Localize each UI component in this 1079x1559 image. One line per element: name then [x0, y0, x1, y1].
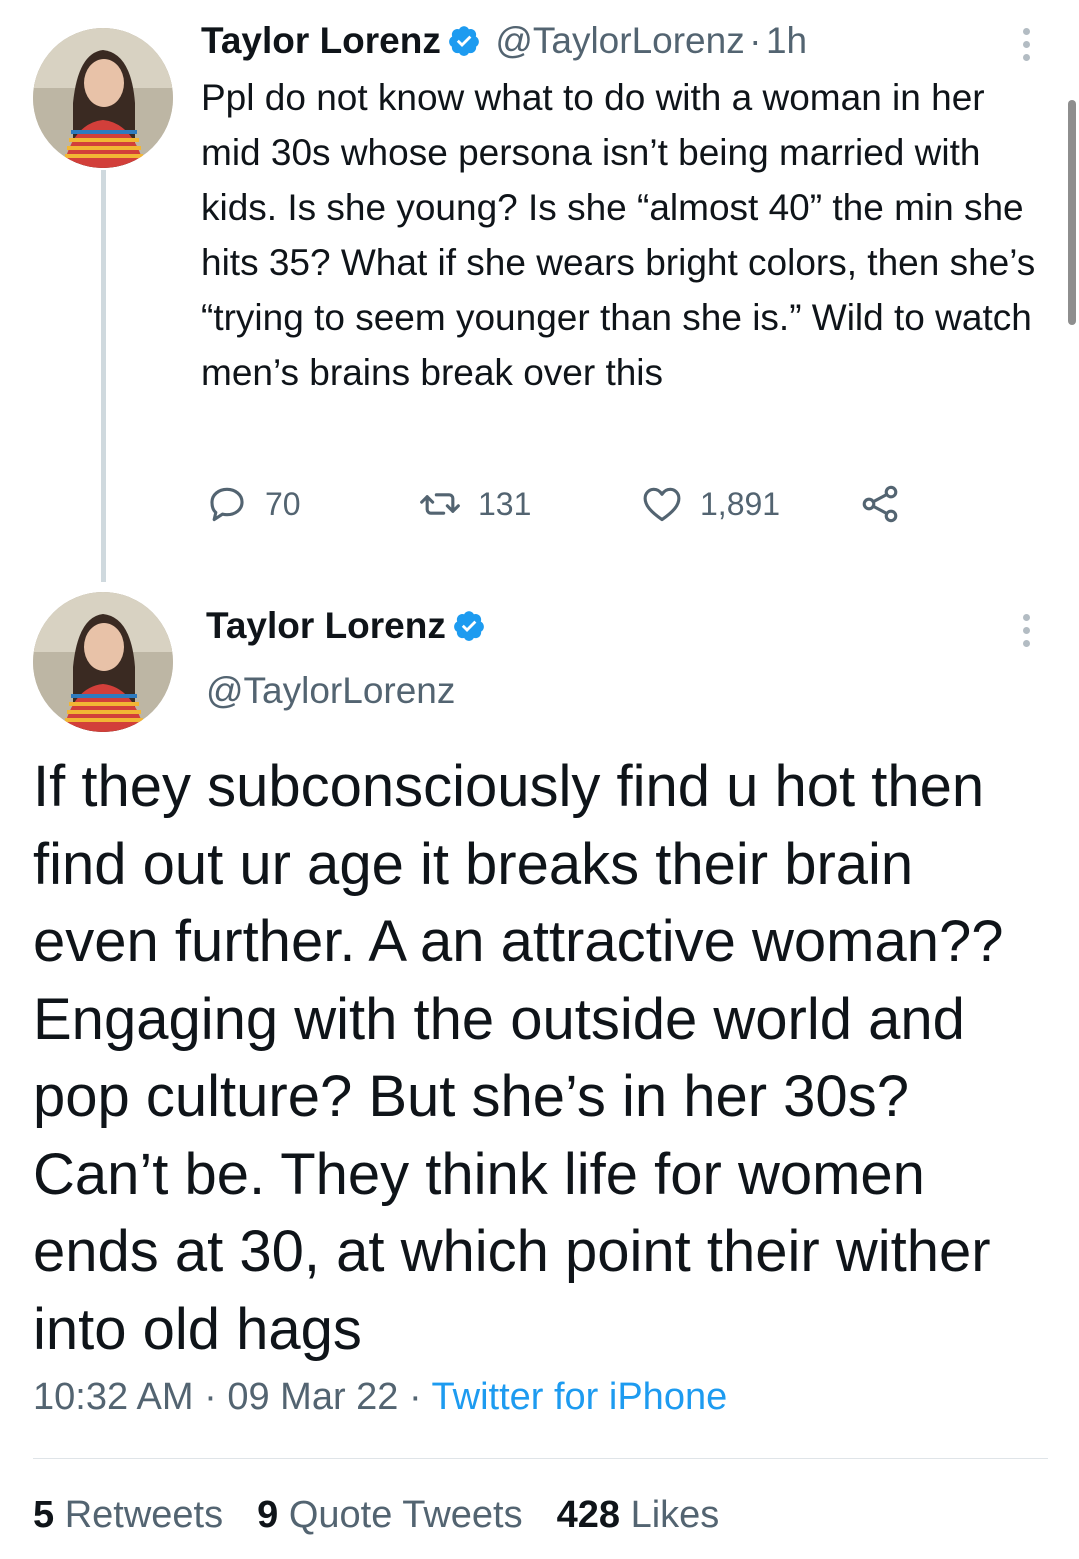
more-icon	[1022, 28, 1030, 35]
tweet2-author: Taylor Lorenz	[206, 605, 486, 647]
retweets-count: 5	[33, 1494, 55, 1536]
quotes-label: Quote Tweets	[288, 1494, 523, 1536]
reply-icon	[210, 487, 244, 522]
handle[interactable]: @TaylorLorenz	[206, 670, 455, 712]
avatar-photo	[33, 28, 173, 168]
tweet-date[interactable]: 09 Mar 22	[227, 1376, 398, 1418]
divider	[33, 1458, 1048, 1459]
more-options-button[interactable]	[1016, 614, 1036, 647]
like-button[interactable]: 1,891	[640, 482, 780, 526]
retweet-button[interactable]: 131	[418, 482, 531, 526]
more-icon	[1022, 614, 1030, 621]
timestamp[interactable]: 1h	[766, 20, 807, 61]
tweet-source-link[interactable]: Twitter for iPhone	[432, 1376, 728, 1418]
reply-button[interactable]: 70	[205, 482, 301, 526]
retweet-count: 131	[478, 485, 532, 522]
likes-count: 428	[556, 1494, 620, 1536]
likes-label: Likes	[630, 1494, 720, 1536]
retweets-label: Retweets	[64, 1494, 224, 1536]
retweet-icon	[420, 493, 460, 515]
separator-dot: ·	[409, 1376, 422, 1418]
separator-dot: ·	[749, 20, 762, 61]
tweet1-text: Ppl do not know what to do with a woman …	[201, 77, 1036, 393]
tweet-time[interactable]: 10:32 AM	[33, 1376, 194, 1418]
handle[interactable]: @TaylorLorenz	[495, 20, 744, 61]
reply-count: 70	[265, 485, 301, 522]
avatar-photo	[33, 592, 173, 732]
like-count: 1,891	[700, 485, 781, 522]
tweet2-text: If they subconsciously find u hot then f…	[33, 754, 1004, 1362]
avatar[interactable]	[33, 28, 173, 168]
thread-connector-line	[101, 170, 106, 582]
verified-icon	[453, 611, 484, 641]
share-icon	[862, 485, 898, 523]
separator-dot: ·	[204, 1376, 217, 1418]
retweets-stat[interactable]: 5 Retweets	[33, 1494, 223, 1537]
more-options-button[interactable]	[1016, 28, 1036, 61]
like-icon	[643, 487, 681, 522]
engagement-stats: 5 Retweets 9 Quote Tweets 428 Likes	[33, 1494, 719, 1537]
avatar[interactable]	[33, 592, 173, 732]
display-name[interactable]: Taylor Lorenz	[206, 605, 446, 646]
tweet1-header: Taylor Lorenz @TaylorLorenz · 1h	[201, 20, 807, 62]
quotes-count: 9	[257, 1494, 279, 1536]
display-name[interactable]: Taylor Lorenz	[201, 20, 441, 61]
share-button[interactable]	[858, 482, 902, 526]
quote-tweets-stat[interactable]: 9 Quote Tweets	[257, 1494, 522, 1537]
scrollbar[interactable]	[1068, 100, 1076, 325]
verified-icon	[448, 26, 479, 56]
tweet-metadata: 10:32 AM · 09 Mar 22 · Twitter for iPhon…	[33, 1376, 727, 1419]
likes-stat[interactable]: 428 Likes	[557, 1494, 720, 1537]
